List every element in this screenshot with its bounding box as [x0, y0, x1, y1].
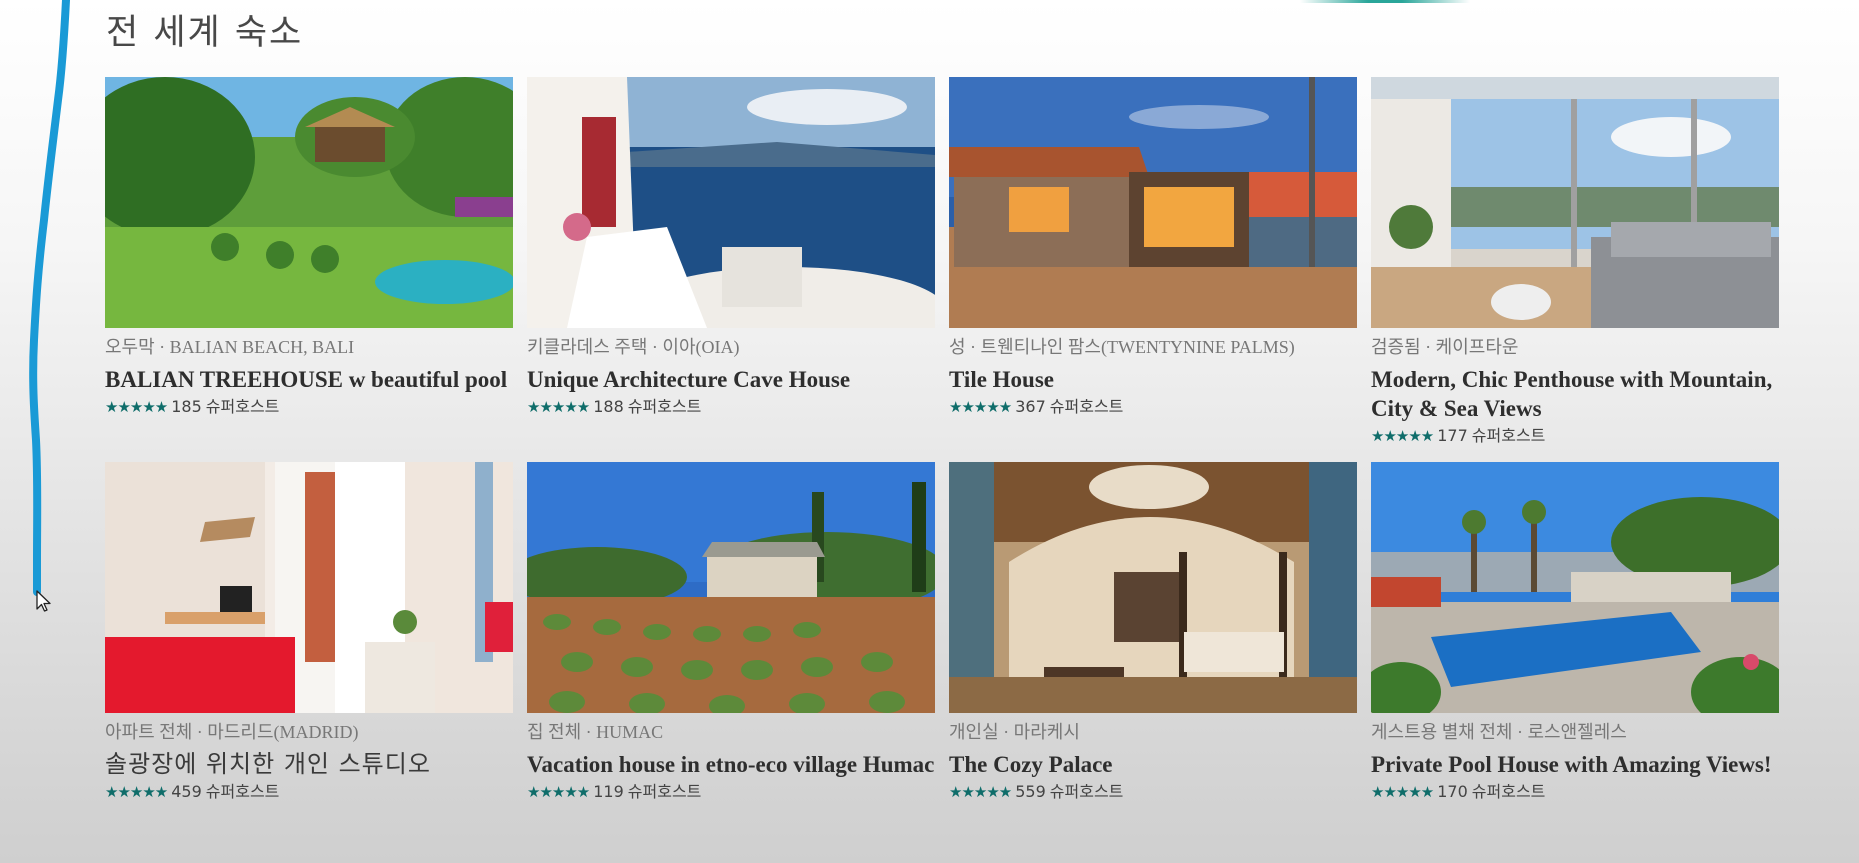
listing-title[interactable]: Private Pool House with Amazing Views!: [1371, 750, 1779, 779]
superhost-badge: 슈퍼호스트: [627, 397, 702, 416]
star-rating-icon: ★★★★★: [949, 783, 1012, 801]
listing-rating: ★★★★★ 185 슈퍼호스트: [105, 396, 513, 418]
superhost-badge: 슈퍼호스트: [1049, 782, 1124, 801]
superhost-badge: 슈퍼호스트: [205, 397, 280, 416]
tile-house-photo[interactable]: [949, 77, 1357, 328]
listing-card-7[interactable]: 개인실 · 마라케시 The Cozy Palace ★★★★★ 559 슈퍼호스트: [949, 462, 1357, 847]
review-count: 367: [1015, 397, 1046, 416]
pool-house-photo[interactable]: [1371, 462, 1779, 713]
star-rating-icon: ★★★★★: [1371, 783, 1434, 801]
listing-meta: 개인실 · 마라케시: [949, 722, 1080, 742]
listing-rating: ★★★★★ 170 슈퍼호스트: [1371, 781, 1779, 803]
listing-meta: 게스트용 별채 전체 · 로스앤젤레스: [1371, 722, 1627, 742]
listing-meta: 키클라데스 주택 · 이아(OIA): [527, 337, 740, 357]
penthouse-photo[interactable]: [1371, 77, 1779, 328]
listing-meta: 오두막 · BALIAN BEACH, BALI: [105, 337, 355, 357]
listing-title[interactable]: Unique Architecture Cave House: [527, 365, 935, 394]
listing-title[interactable]: 솔광장에 위치한 개인 스튜디오: [105, 750, 513, 779]
listing-card-5[interactable]: 아파트 전체 · 마드리드(MADRID) 솔광장에 위치한 개인 스튜디오 ★…: [105, 462, 513, 847]
superhost-badge: 슈퍼호스트: [205, 782, 280, 801]
review-count: 188: [593, 397, 624, 416]
star-rating-icon: ★★★★★: [105, 398, 168, 416]
review-count: 119: [593, 782, 624, 801]
superhost-badge: 슈퍼호스트: [1471, 426, 1546, 445]
annotation-pen-stroke: [29, 0, 70, 596]
superhost-badge: 슈퍼호스트: [1471, 782, 1546, 801]
star-rating-icon: ★★★★★: [105, 783, 168, 801]
star-rating-icon: ★★★★★: [949, 398, 1012, 416]
listing-title[interactable]: Tile House: [949, 365, 1357, 394]
listing-rating: ★★★★★ 459 슈퍼호스트: [105, 781, 513, 803]
listing-grid: 오두막 · BALIAN BEACH, BALI BALIAN TREEHOUS…: [105, 77, 1780, 847]
listing-title[interactable]: Modern, Chic Penthouse with Mountain, Ci…: [1371, 365, 1779, 423]
top-accent-bar: [1300, 0, 1470, 3]
listing-title[interactable]: BALIAN TREEHOUSE w beautiful pool: [105, 365, 513, 394]
listing-rating: ★★★★★ 188 슈퍼호스트: [527, 396, 935, 418]
listing-card-6[interactable]: 집 전체 · HUMAC Vacation house in etno-eco …: [527, 462, 935, 847]
superhost-badge: 슈퍼호스트: [1049, 397, 1124, 416]
review-count: 459: [171, 782, 202, 801]
treehouse-photo[interactable]: [105, 77, 513, 328]
star-rating-icon: ★★★★★: [527, 398, 590, 416]
listing-card-1[interactable]: 오두막 · BALIAN BEACH, BALI BALIAN TREEHOUS…: [105, 77, 513, 462]
listing-rating: ★★★★★ 119 슈퍼호스트: [527, 781, 935, 803]
listing-card-2[interactable]: 키클라데스 주택 · 이아(OIA) Unique Architecture C…: [527, 77, 935, 462]
star-rating-icon: ★★★★★: [1371, 427, 1434, 445]
listing-card-8[interactable]: 게스트용 별채 전체 · 로스앤젤레스 Private Pool House w…: [1371, 462, 1779, 847]
listing-card-4[interactable]: 검증됨 · 케이프타운 Modern, Chic Penthouse with …: [1371, 77, 1779, 462]
review-count: 185: [171, 397, 202, 416]
palace-photo[interactable]: [949, 462, 1357, 713]
village-house-photo[interactable]: [527, 462, 935, 713]
listing-title[interactable]: Vacation house in etno-eco village Humac: [527, 750, 935, 779]
review-count: 559: [1015, 782, 1046, 801]
review-count: 170: [1437, 782, 1468, 801]
review-count: 177: [1437, 426, 1468, 445]
listing-card-3[interactable]: 성 · 트웬티나인 팜스(TWENTYNINE PALMS) Tile Hous…: [949, 77, 1357, 462]
superhost-badge: 슈퍼호스트: [627, 782, 702, 801]
star-rating-icon: ★★★★★: [527, 783, 590, 801]
listing-title[interactable]: The Cozy Palace: [949, 750, 1357, 779]
studio-photo[interactable]: [105, 462, 513, 713]
cave-house-photo[interactable]: [527, 77, 935, 328]
listing-rating: ★★★★★ 177 슈퍼호스트: [1371, 425, 1779, 447]
listing-meta: 아파트 전체 · 마드리드(MADRID): [105, 722, 359, 742]
listing-meta: 성 · 트웬티나인 팜스(TWENTYNINE PALMS): [949, 337, 1295, 357]
page-title: 전 세계 숙소: [106, 13, 304, 53]
listing-meta: 검증됨 · 케이프타운: [1371, 337, 1519, 357]
listing-rating: ★★★★★ 367 슈퍼호스트: [949, 396, 1357, 418]
listing-rating: ★★★★★ 559 슈퍼호스트: [949, 781, 1357, 803]
mouse-cursor-icon: [36, 590, 51, 612]
listing-meta: 집 전체 · HUMAC: [527, 722, 664, 742]
